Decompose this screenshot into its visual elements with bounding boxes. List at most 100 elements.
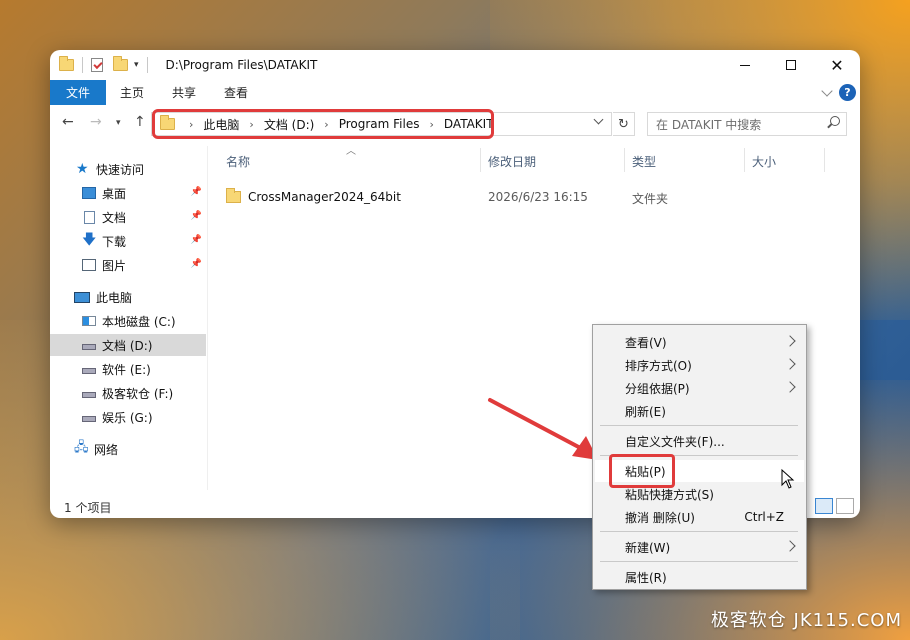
sidebar-item-label: 娱乐 (G:) <box>102 410 153 425</box>
pin-icon[interactable]: 📌 <box>191 211 202 221</box>
forward-arrow-icon[interactable]: → <box>90 114 102 130</box>
menu-item-sort[interactable]: 排序方式(O) <box>595 354 804 376</box>
tab-share[interactable]: 共享 <box>158 80 210 105</box>
pin-icon[interactable]: 📌 <box>191 187 202 197</box>
search-input[interactable]: 在 DATAKIT 中搜索 <box>647 112 847 136</box>
drive-icon <box>82 368 96 374</box>
large-icons-view-icon[interactable] <box>836 498 854 514</box>
menu-label: 撤消 删除(U) <box>625 510 695 525</box>
sidebar-item-downloads[interactable]: 🡇 下载 📌 <box>50 230 206 252</box>
window-title: D:\Program Files\DATAKIT <box>165 58 318 72</box>
sidebar-item-this-pc[interactable]: 此电脑 <box>50 286 206 308</box>
menu-item-group[interactable]: 分组依据(P) <box>595 377 804 399</box>
mouse-cursor-icon <box>781 468 795 489</box>
download-icon: 🡇 <box>82 232 97 248</box>
maximize-button[interactable] <box>768 50 814 80</box>
column-label: 大小 <box>752 154 777 169</box>
sidebar-item-documents[interactable]: 文档 📌 <box>50 206 206 228</box>
menu-item-view[interactable]: 查看(V) <box>595 331 804 353</box>
star-icon: ★ <box>76 161 89 177</box>
help-icon[interactable]: ? <box>839 84 856 101</box>
sidebar-item-label: 文档 (D:) <box>102 338 153 353</box>
menu-label: 新建(W) <box>625 540 671 555</box>
submenu-arrow-icon <box>784 381 796 393</box>
picture-icon <box>82 259 96 271</box>
sort-ascending-icon: ︿ <box>346 146 356 157</box>
menu-separator <box>600 425 798 426</box>
column-divider[interactable] <box>624 148 625 172</box>
column-header-modified[interactable]: 修改日期 <box>488 150 536 172</box>
sidebar-item-pictures[interactable]: 图片 📌 <box>50 254 206 276</box>
table-row[interactable]: CrossManager2024_64bit <box>226 186 676 208</box>
ribbon-tabs: 文件 主页 共享 查看 ? <box>50 80 860 105</box>
shortcut-label: Ctrl+Z <box>744 510 784 524</box>
sidebar-item-drive-g[interactable]: 娱乐 (G:) <box>50 406 206 428</box>
sidebar-item-drive-c[interactable]: 本地磁盘 (C:) <box>50 310 206 332</box>
close-button[interactable]: ✕ <box>814 50 860 80</box>
sidebar-item-label: 本地磁盘 (C:) <box>102 314 176 329</box>
menu-label: 自定义文件夹(F)... <box>625 434 725 449</box>
menu-item-refresh[interactable]: 刷新(E) <box>595 400 804 422</box>
menu-item-properties[interactable]: 属性(R) <box>595 566 804 588</box>
sidebar-item-network[interactable]: 🖧 网络 <box>50 438 206 460</box>
tab-file[interactable]: 文件 <box>50 80 106 105</box>
document-icon <box>84 210 95 224</box>
sidebar-item-drive-d[interactable]: 文档 (D:) <box>50 334 206 356</box>
maximize-icon <box>786 60 796 70</box>
navigation-pane: ★ 快速访问 桌面 📌 文档 📌 🡇 下载 📌 图片 📌 此电脑 本地磁盘 (C… <box>50 146 208 490</box>
menu-label: 分组依据(P) <box>625 381 690 396</box>
column-header-type[interactable]: 类型 <box>632 150 656 172</box>
minimize-icon <box>740 64 750 66</box>
sidebar-item-quick-access[interactable]: ★ 快速访问 <box>50 158 206 180</box>
view-switcher <box>815 498 854 514</box>
column-header-size[interactable]: 大小 <box>752 150 776 172</box>
tab-home[interactable]: 主页 <box>106 80 158 105</box>
folder-icon <box>226 188 241 203</box>
column-divider[interactable] <box>824 148 825 172</box>
column-label: 名称 <box>226 154 251 169</box>
expand-ribbon-icon[interactable] <box>821 84 833 97</box>
sidebar-item-drive-f[interactable]: 极客软仓 (F:) <box>50 382 206 404</box>
pin-icon[interactable]: 📌 <box>191 235 202 245</box>
submenu-arrow-icon <box>784 540 796 552</box>
column-divider[interactable] <box>744 148 745 172</box>
column-label: 类型 <box>632 154 657 169</box>
sidebar-item-desktop[interactable]: 桌面 📌 <box>50 182 206 204</box>
up-arrow-icon[interactable]: ↑ <box>134 114 146 130</box>
search-placeholder: 在 DATAKIT 中搜索 <box>656 117 762 132</box>
new-folder-icon[interactable] <box>113 56 128 71</box>
watermark: 极客软仓 JK115.COM <box>710 610 902 631</box>
file-name: CrossManager2024_64bit <box>248 190 401 204</box>
drive-icon <box>82 416 96 422</box>
folder-icon <box>59 56 74 71</box>
tab-view[interactable]: 查看 <box>210 80 262 105</box>
close-icon: ✕ <box>830 55 844 75</box>
sidebar-item-drive-e[interactable]: 软件 (E:) <box>50 358 206 380</box>
column-label: 修改日期 <box>488 154 537 169</box>
refresh-button[interactable]: ↻ <box>613 112 635 136</box>
sidebar-item-label: 快速访问 <box>96 162 145 177</box>
file-type: 文件夹 <box>632 192 669 206</box>
sidebar-item-label: 网络 <box>94 442 119 457</box>
recent-locations-chevron-icon[interactable]: ▾ <box>116 118 121 128</box>
pin-icon[interactable]: 📌 <box>191 259 202 269</box>
sidebar-item-label: 此电脑 <box>96 290 133 305</box>
item-count: 1 个项目 <box>64 500 112 515</box>
menu-separator <box>600 561 798 562</box>
window-controls: ✕ <box>722 50 860 80</box>
menu-item-customize[interactable]: 自定义文件夹(F)... <box>595 430 804 452</box>
back-arrow-icon[interactable]: ← <box>62 114 74 130</box>
properties-icon[interactable] <box>91 58 103 72</box>
details-view-icon[interactable] <box>815 498 833 514</box>
menu-item-new[interactable]: 新建(W) <box>595 536 804 558</box>
column-divider[interactable] <box>480 148 481 172</box>
file-modified: 2026/6/23 16:15 <box>488 190 588 204</box>
column-header-name[interactable]: 名称 <box>226 150 250 172</box>
search-icon <box>830 116 840 126</box>
sidebar-item-label: 文档 <box>102 210 127 225</box>
drive-icon <box>82 344 96 350</box>
minimize-button[interactable] <box>722 50 768 80</box>
customize-toolbar-dropdown-icon[interactable]: ▾ <box>134 60 139 70</box>
menu-item-undo-delete[interactable]: 撤消 删除(U) Ctrl+Z <box>595 506 804 528</box>
sidebar-item-label: 下载 <box>102 234 127 249</box>
